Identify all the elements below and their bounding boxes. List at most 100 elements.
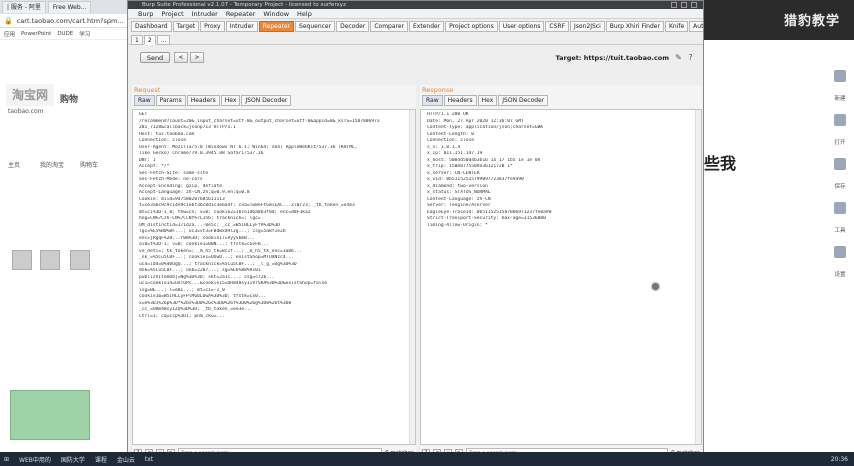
tab-csrf[interactable]: CSRF — [545, 21, 570, 32]
tab-sequencer[interactable]: Sequencer — [295, 21, 336, 32]
response-tab-bar: Raw Headers Hex JSON Decoder — [420, 95, 702, 107]
nav-link[interactable]: 我的淘宝 — [40, 160, 64, 169]
response-tab-headers[interactable]: Headers — [443, 95, 477, 106]
repeater-subtab-bar: 1 2 ... — [128, 33, 703, 45]
bookmark-item[interactable]: PowerPoint — [21, 31, 51, 37]
tab-user-options[interactable]: User options — [498, 21, 545, 32]
side-label: 保存 — [834, 184, 846, 190]
nav-link[interactable]: 主页 — [8, 160, 20, 169]
taskbar-item[interactable]: txt — [145, 456, 153, 463]
tab-decoder[interactable]: Decoder — [336, 21, 370, 32]
request-title: Request — [134, 86, 161, 94]
side-label: 工具 — [834, 228, 846, 234]
request-scrollbar[interactable] — [409, 110, 415, 444]
url-text[interactable]: cart.taobao.com/cart.htm?spm... — [17, 16, 135, 26]
tab-authz[interactable]: Authz — [689, 21, 703, 32]
request-tab-json-decoder[interactable]: JSON Decoder — [241, 95, 292, 106]
taskbar-item[interactable]: 国防大学 — [61, 455, 85, 464]
close-icon[interactable] — [691, 2, 697, 8]
maximize-icon[interactable] — [681, 2, 687, 8]
target-label: Target: https://tuit.taobao.com — [555, 54, 670, 62]
settings-icon[interactable] — [834, 246, 846, 258]
menu-burp[interactable]: Burp — [138, 10, 153, 18]
new-icon[interactable] — [834, 70, 846, 82]
taskbar-item[interactable]: WEB中用的 — [19, 455, 51, 464]
forward-button[interactable]: > — [190, 52, 204, 63]
repeater-subtab[interactable]: 1 — [131, 35, 143, 45]
request-tab-params[interactable]: Params — [155, 95, 186, 106]
request-tab-headers[interactable]: Headers — [186, 95, 220, 106]
minimize-icon[interactable] — [671, 2, 677, 8]
start-icon[interactable]: ⊞ — [4, 456, 9, 463]
response-pane: Response Raw Headers Hex JSON Decoder HT… — [420, 85, 702, 459]
browser-page-content: 淘宝网 购物 taobao.com 主页 我的淘宝 购物车 — [0, 40, 139, 440]
request-editor[interactable]: GET/recommend?count=20&_input_charset=ut… — [132, 109, 416, 445]
product-thumbnail[interactable] — [40, 250, 60, 270]
tab-xhiri-finder[interactable]: Burp Xhiri Finder — [605, 21, 664, 32]
repeater-toolbar: Send < > Target: https://tuit.taobao.com… — [128, 45, 703, 75]
menu-intruder[interactable]: Intruder — [192, 10, 218, 18]
side-label: 新建 — [834, 96, 846, 102]
response-tab-hex[interactable]: Hex — [477, 95, 498, 106]
send-button[interactable]: Send — [140, 52, 170, 63]
bookmark-item[interactable]: 应用 — [4, 30, 15, 38]
back-button[interactable]: < — [174, 52, 188, 63]
product-thumbnail[interactable] — [12, 250, 32, 270]
watermark-text: 猎豹教学 — [783, 14, 840, 29]
save-icon[interactable] — [834, 158, 846, 170]
tab-dashboard[interactable]: Dashboard — [131, 21, 172, 32]
tab-proxy[interactable]: Proxy — [200, 21, 225, 32]
tab-repeater[interactable]: Repeater — [258, 21, 295, 32]
side-label: 打开 — [834, 140, 846, 146]
tab-comparer[interactable]: Comparer — [370, 21, 409, 32]
help-icon[interactable]: ? — [686, 53, 695, 62]
menu-window[interactable]: Window — [263, 10, 289, 18]
request-tab-hex[interactable]: Hex — [220, 95, 241, 106]
response-scrollbar[interactable] — [695, 110, 701, 444]
edit-target-icon[interactable]: ✎ — [674, 53, 683, 62]
os-taskbar: ⊞ WEB中用的 国防大学 课程 金山云 txt 20:36 — [0, 452, 854, 466]
right-side-toolbar: 新建 打开 保存 工具 设置 — [826, 70, 854, 278]
request-tab-raw[interactable]: Raw — [134, 95, 155, 106]
browser-tab[interactable]: Free Web... — [47, 1, 92, 13]
tab-intruder[interactable]: Intruder — [225, 21, 258, 32]
background-right-app: 猎豹教学 些我 新建 打开 保存 工具 设置 — [704, 0, 854, 452]
page-heading: 购物 — [60, 95, 79, 105]
window-titlebar: Burp Suite Professional v2.1.07 - Tempor… — [128, 1, 703, 9]
nav-link[interactable]: 购物车 — [80, 160, 98, 169]
tab-project-options[interactable]: Project options — [445, 21, 498, 32]
repeater-subtab[interactable]: 2 — [143, 35, 156, 45]
taobao-logo[interactable]: 淘宝网 — [6, 84, 54, 106]
response-editor[interactable]: HTTP/1.1 200 OK Date: Mon, 27 Apr 2020 12… — [420, 109, 702, 445]
repeater-subtab-more[interactable]: ... — [156, 35, 171, 45]
product-image[interactable] — [10, 390, 90, 440]
taskbar-item[interactable]: 金山云 — [117, 455, 135, 464]
bookmark-item[interactable]: DUDE — [57, 31, 73, 37]
request-tab-bar: Raw Params Headers Hex JSON Decoder — [132, 95, 416, 107]
burp-suite-window: Burp Suite Professional v2.1.07 - Tempor… — [127, 0, 704, 460]
mouse-cursor-icon — [652, 283, 659, 290]
open-icon[interactable] — [834, 114, 846, 126]
response-tab-json-decoder[interactable]: JSON Decoder — [498, 95, 549, 106]
menu-bar: Burp Project Intruder Repeater Window He… — [128, 9, 703, 19]
taskbar-item[interactable]: 课程 — [95, 455, 107, 464]
browser-tab-bar: | 服务 - 阿里 Free Web... — [0, 0, 139, 14]
menu-repeater[interactable]: Repeater — [226, 10, 256, 18]
menu-help[interactable]: Help — [297, 10, 312, 18]
address-bar[interactable]: 🔒 cart.taobao.com/cart.htm?spm... — [0, 14, 139, 28]
response-title: Response — [422, 86, 454, 94]
site-domain: taobao.com — [8, 108, 44, 115]
request-pane: Request Raw Params Headers Hex JSON Deco… — [132, 85, 416, 459]
tab-knife[interactable]: Knife — [664, 21, 689, 32]
bookmarks-bar: 应用 PowerPoint DUDE 学习 — [0, 28, 139, 40]
browser-tab[interactable]: | 服务 - 阿里 — [2, 1, 46, 13]
response-tab-raw[interactable]: Raw — [422, 95, 443, 106]
tab-extender[interactable]: Extender — [409, 21, 445, 32]
tab-target[interactable]: Target — [172, 21, 200, 32]
tools-icon[interactable] — [834, 202, 846, 214]
tab-json2jsci[interactable]: Json2JSci — [570, 21, 605, 32]
code-line: Ctrl=1; cq=ccp%3D1; pnm_cku=... — [139, 313, 225, 319]
product-thumbnail[interactable] — [70, 250, 90, 270]
bookmark-item[interactable]: 学习 — [79, 30, 90, 38]
menu-project[interactable]: Project — [161, 10, 183, 18]
